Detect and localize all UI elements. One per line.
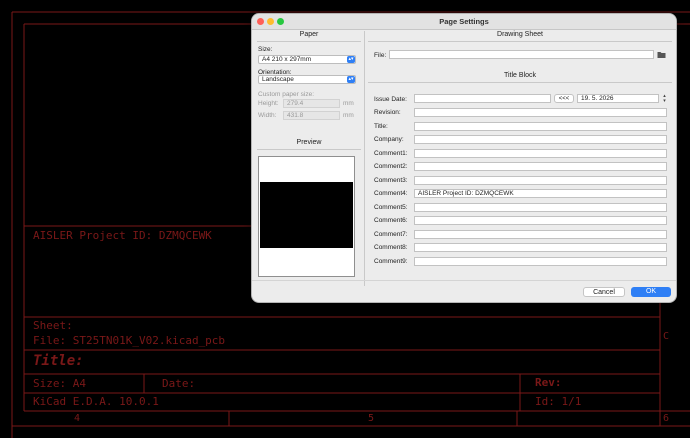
tb-field-revision[interactable] [414, 108, 667, 117]
column-divider [364, 31, 365, 286]
browse-folder-button[interactable] [657, 50, 666, 59]
title-block-divider [368, 82, 672, 83]
height-label: Height: [258, 100, 279, 107]
tb-field-title[interactable] [414, 122, 667, 131]
tb-label-comment8: Comment8: [374, 244, 408, 251]
dialog-title: Page Settings [439, 17, 489, 26]
tb-field-comment2[interactable] [414, 162, 667, 171]
bg-date-label: Date: [162, 377, 196, 390]
size-label: Size: [258, 46, 273, 53]
tb-field-comment7[interactable] [414, 230, 667, 239]
page-preview [258, 156, 355, 277]
tb-field-comment6[interactable] [414, 216, 667, 225]
paper-divider [257, 41, 361, 42]
paper-size-value: A4 210 x 297mm [262, 56, 312, 63]
ok-button[interactable]: OK [631, 287, 671, 297]
height-field[interactable]: 279.4 [283, 99, 340, 108]
height-unit: mm [343, 100, 354, 107]
tb-field-comment9[interactable] [414, 257, 667, 266]
tb-field-comment1[interactable] [414, 149, 667, 158]
tb-label-comment5: Comment5: [374, 204, 408, 211]
tb-label-comment2: Comment2: [374, 163, 408, 170]
bg-col-5: 5 [368, 413, 375, 424]
paper-header: Paper [299, 31, 319, 38]
tb-field-company[interactable] [414, 135, 667, 144]
bg-row-c: C [663, 331, 670, 342]
tb-label-comment6: Comment6: [374, 217, 408, 224]
preview-divider [257, 149, 361, 150]
bg-size-label: Size: A4 [33, 377, 86, 390]
copy-date-button[interactable]: <<< [554, 94, 574, 103]
drawing-sheet-file-field[interactable] [389, 50, 654, 59]
footer-divider [252, 280, 676, 281]
tb-label-comment1: Comment1: [374, 150, 408, 157]
dialog-titlebar[interactable]: Page Settings [252, 14, 676, 30]
issue-date-label: Issue Date: [374, 96, 407, 103]
file-label: File: [374, 52, 387, 59]
width-unit: mm [343, 112, 354, 119]
tb-label-comment4: Comment4: [374, 190, 408, 197]
bg-id-label: Id: 1/1 [535, 395, 582, 408]
bg-project-text: AISLER Project ID: DZMQCEWK [33, 229, 212, 242]
chevron-updown-icon: ▴▾ [347, 76, 355, 83]
custom-size-label: Custom paper size: [258, 91, 314, 98]
orientation-value: Landscape [262, 76, 294, 83]
bg-title-label: Title: [33, 353, 84, 369]
date-stepper[interactable]: ▴ ▾ [661, 94, 668, 104]
bg-kicad-line: KiCad E.D.A. 10.0.1 [33, 395, 159, 408]
tb-field-comment5[interactable] [414, 203, 667, 212]
tb-label-comment7: Comment7: [374, 231, 408, 238]
page-settings-dialog: Page Settings Paper Size: A4 210 x 297mm… [251, 13, 677, 303]
tb-label-company: Company: [374, 136, 404, 143]
drawing-sheet-header: Drawing Sheet [497, 31, 543, 38]
bg-file-line: File: ST25TN01K_V02.kicad_pcb [33, 334, 226, 347]
cancel-button[interactable]: Cancel [583, 287, 625, 297]
chevron-down-icon[interactable]: ▾ [663, 98, 666, 104]
bg-rev-label: Rev: [535, 376, 562, 389]
tb-label-comment9: Comment9: [374, 258, 408, 265]
tb-field-comment8[interactable] [414, 243, 667, 252]
preview-sheet-area [260, 182, 353, 248]
tb-label-title: Title: [374, 123, 388, 130]
preview-header: Preview [296, 139, 322, 146]
paper-size-select[interactable]: A4 210 x 297mm ▴▾ [258, 55, 356, 64]
tb-label-revision: Revision: [374, 109, 401, 116]
issue-date-field[interactable] [414, 94, 551, 103]
folder-icon [657, 52, 666, 58]
drawing-sheet-divider [368, 41, 672, 42]
chevron-updown-icon: ▴▾ [347, 56, 355, 63]
width-field[interactable]: 431.8 [283, 111, 340, 120]
tb-field-comment4[interactable]: AISLER Project ID: DZMQCEWK [414, 189, 667, 198]
title-block-header: Title Block [503, 72, 537, 79]
bg-sheet-label: Sheet: [33, 319, 73, 332]
tb-field-comment3[interactable] [414, 176, 667, 185]
orientation-select[interactable]: Landscape ▴▾ [258, 75, 356, 84]
date-picker-field[interactable]: 19. 5. 2026 [577, 94, 659, 103]
width-label: Width: [258, 112, 277, 119]
bg-col-6: 6 [663, 413, 670, 424]
bg-col-4: 4 [74, 413, 81, 424]
tb-label-comment3: Comment3: [374, 177, 408, 184]
